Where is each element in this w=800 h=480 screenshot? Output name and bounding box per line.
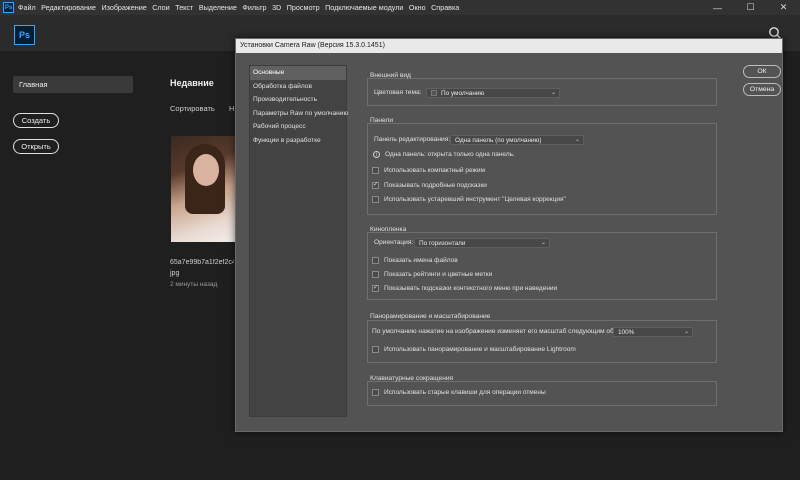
chevron-down-icon: ⌄: [683, 329, 689, 335]
theme-label: Цветовая тема:: [374, 89, 422, 96]
legacy-undo-label: Использовать старые клавиши для операции…: [384, 389, 546, 396]
menu-filter[interactable]: Фильтр: [242, 3, 266, 12]
edit-panel-select[interactable]: Одна панель (по умолчанию) ⌄: [450, 135, 584, 145]
default-click-label: По умолчанию нажатие на изображение изме…: [372, 328, 635, 335]
menu-3d[interactable]: 3D: [272, 3, 281, 12]
minimize-icon[interactable]: —: [701, 0, 734, 15]
legacy-target-tool-row[interactable]: Использовать устаревший инструмент "Целе…: [372, 196, 566, 203]
menu-select[interactable]: Выделение: [199, 3, 237, 12]
panels-info-text: Одна панель: открыта только одна панель.: [385, 151, 515, 158]
context-hints-row[interactable]: ✓ Показывать подсказки контекстного меню…: [372, 285, 557, 292]
preferences-nav: Основные Обработка файлов Производительн…: [249, 65, 348, 417]
default-click-select[interactable]: 100% ⌄: [613, 327, 693, 337]
menu-file[interactable]: Файл: [18, 3, 36, 12]
legacy-undo-checkbox[interactable]: [372, 389, 379, 396]
sort-label: Сортировать: [170, 104, 215, 113]
dialog-title: Установки Camera Raw (Версия 15.3.0.1451…: [236, 39, 782, 53]
sort-value[interactable]: Н: [229, 104, 234, 113]
nav-item-general[interactable]: Основные: [250, 66, 346, 80]
nav-item-tech-previews[interactable]: Функции в разработке: [250, 134, 346, 148]
show-file-names-row[interactable]: Показать имена файлов: [372, 257, 458, 264]
close-icon[interactable]: ✕: [767, 0, 800, 15]
orientation-value: По горизонтали: [419, 240, 466, 247]
show-ratings-label: Показать рейтинги и цветные метки: [384, 271, 493, 278]
menu-help[interactable]: Справка: [431, 3, 459, 12]
menu-window[interactable]: Окно: [409, 3, 426, 12]
detailed-hints-row[interactable]: ✓ Показывать подробные подсказки: [372, 182, 487, 189]
chevron-down-icon: ⌄: [540, 240, 546, 246]
window-controls: — ☐ ✕: [701, 0, 800, 15]
theme-swatch: [431, 90, 437, 97]
create-button[interactable]: Создать: [13, 113, 59, 128]
recent-file-name[interactable]: 65a7e99b7a1f2ef2c40: [170, 259, 234, 266]
photoshop-logo: Ps: [14, 25, 35, 45]
shortcuts-title: Клавиатурные сокращения: [370, 375, 454, 382]
nav-item-workflow[interactable]: Рабочий процесс: [250, 120, 346, 134]
pan-zoom-title: Панорамирование и масштабирование: [370, 313, 491, 320]
detailed-hints-checkbox[interactable]: ✓: [372, 182, 379, 189]
nav-item-raw-defaults[interactable]: Параметры Raw по умолчанию: [250, 107, 348, 121]
compact-mode-row[interactable]: Использовать компактный режим: [372, 167, 485, 174]
lightroom-pan-zoom-row[interactable]: Использовать панорамирование и масштабир…: [372, 346, 576, 353]
recent-title: Недавние: [170, 78, 214, 88]
compact-mode-checkbox[interactable]: [372, 167, 379, 174]
nav-item-performance[interactable]: Производительность: [250, 93, 346, 107]
legacy-undo-row[interactable]: Использовать старые клавиши для операции…: [372, 389, 546, 396]
menu-edit[interactable]: Редактирование: [41, 3, 96, 12]
info-icon: i: [373, 151, 380, 158]
detailed-hints-label: Показывать подробные подсказки: [384, 182, 487, 189]
orientation-label: Ориентация:: [374, 239, 414, 246]
context-hints-checkbox[interactable]: ✓: [372, 285, 379, 292]
show-file-names-label: Показать имена файлов: [384, 257, 458, 264]
thumbnail-face-shape: [193, 154, 219, 186]
recent-file-time: 2 минуты назад: [170, 281, 218, 288]
menu-image[interactable]: Изображение: [101, 3, 146, 12]
default-click-value: 100%: [618, 329, 635, 336]
recent-file-thumbnail[interactable]: [171, 136, 237, 242]
menu-view[interactable]: Просмотр: [287, 3, 320, 12]
theme-select[interactable]: По умолчанию ⌄: [426, 88, 560, 98]
legacy-target-tool-label: Использовать устаревший инструмент "Целе…: [384, 196, 566, 203]
appearance-title: Внешний вид: [370, 72, 411, 79]
photoshop-app-icon: Ps: [3, 2, 14, 13]
sidebar-item-home[interactable]: Главная: [13, 76, 133, 93]
filmstrip-title: Кинопленка: [370, 226, 407, 233]
recent-file-ext: jpg: [170, 270, 180, 277]
context-hints-label: Показывать подсказки контекстного меню п…: [384, 285, 558, 292]
menu-type[interactable]: Текст: [175, 3, 193, 12]
lightroom-pan-zoom-checkbox[interactable]: [372, 346, 379, 353]
panels-info-row: i Одна панель: открыта только одна панел…: [373, 151, 515, 158]
cancel-button[interactable]: Отмена: [743, 83, 781, 96]
chevron-down-icon: ⌄: [574, 137, 580, 143]
compact-mode-label: Использовать компактный режим: [384, 167, 485, 174]
menu-layers[interactable]: Слои: [152, 3, 169, 12]
show-ratings-row[interactable]: Показать рейтинги и цветные метки: [372, 271, 492, 278]
theme-value: По умолчанию: [441, 90, 485, 97]
chevron-down-icon: ⌄: [550, 90, 556, 96]
edit-panel-value: Одна панель (по умолчанию): [455, 137, 542, 144]
panels-title: Панели: [370, 117, 394, 124]
orientation-select[interactable]: По горизонтали ⌄: [414, 238, 550, 248]
edit-panel-label: Панель редактирования:: [374, 136, 451, 143]
maximize-icon[interactable]: ☐: [734, 0, 767, 15]
menu-bar: Ps Файл Редактирование Изображение Слои …: [0, 0, 800, 15]
ok-button[interactable]: ОК: [743, 65, 781, 78]
nav-item-file-handling[interactable]: Обработка файлов: [250, 80, 346, 94]
show-file-names-checkbox[interactable]: [372, 257, 379, 264]
menu-plugins[interactable]: Подключаемые модули: [325, 3, 403, 12]
legacy-target-tool-checkbox[interactable]: [372, 196, 379, 203]
lightroom-pan-zoom-label: Использовать панорамирование и масштабир…: [384, 346, 576, 353]
open-button[interactable]: Открыть: [13, 139, 59, 154]
show-ratings-checkbox[interactable]: [372, 271, 379, 278]
